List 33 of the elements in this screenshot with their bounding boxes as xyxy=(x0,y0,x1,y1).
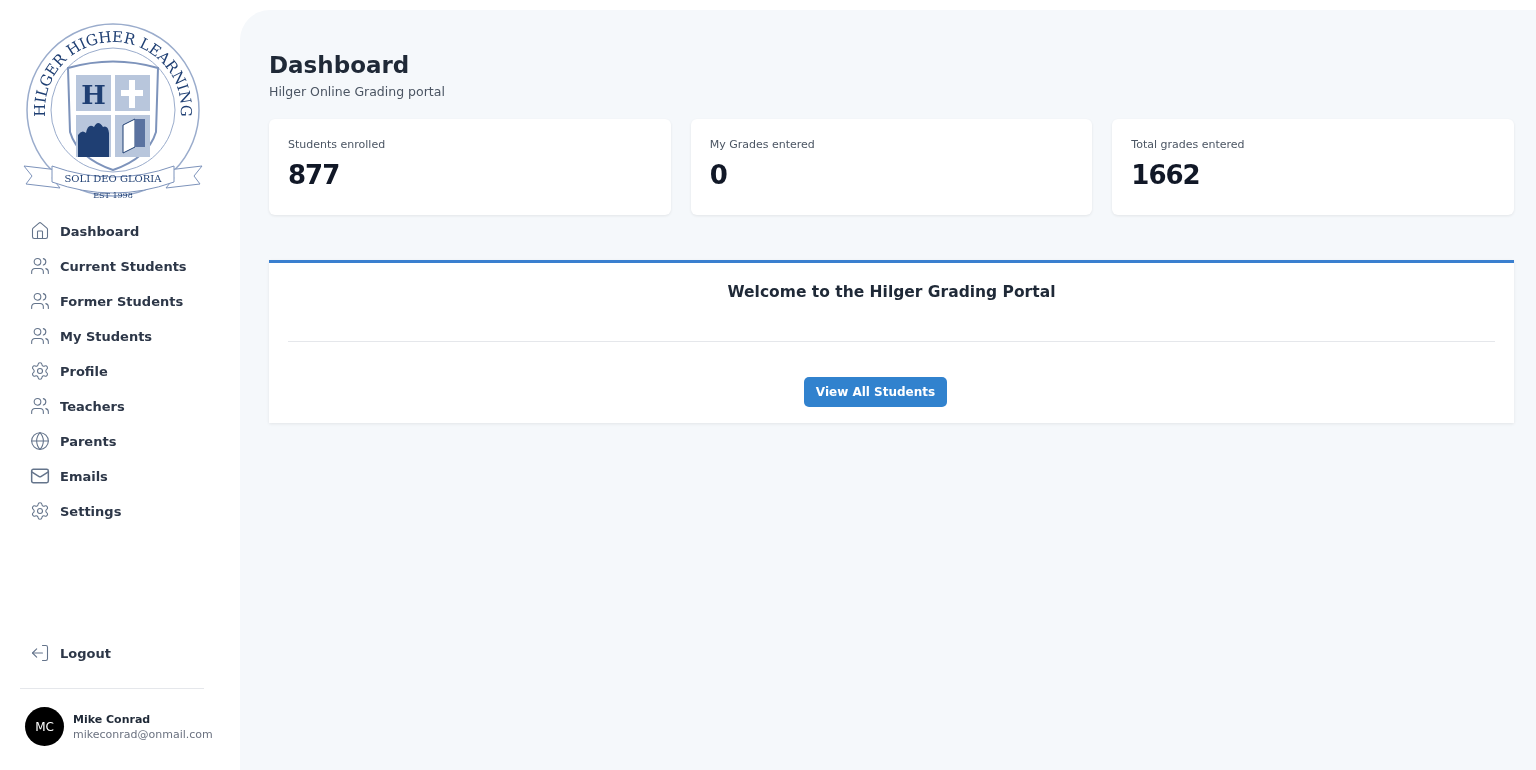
mail-icon xyxy=(30,466,50,486)
settings-icon xyxy=(30,361,50,381)
user-name: Mike Conrad xyxy=(73,712,152,726)
globe-icon xyxy=(30,431,50,451)
home-icon xyxy=(30,221,50,241)
stat-value: 1662 xyxy=(1131,160,1200,190)
sidebar-item[interactable]: Emails xyxy=(30,463,240,489)
stat-label: Total grades entered xyxy=(1131,138,1245,151)
stat-label: Students enrolled xyxy=(288,138,386,151)
stat-value: 0 xyxy=(709,160,727,190)
logout-icon xyxy=(30,643,50,663)
users-icon xyxy=(30,256,50,276)
stat-label: My Grades entered xyxy=(709,138,815,151)
sidebar-item[interactable]: Teachers xyxy=(30,393,240,419)
users-icon xyxy=(30,326,50,346)
users-icon xyxy=(30,396,50,416)
sidebar-item[interactable]: My Students xyxy=(30,323,240,349)
stat-value: 877 xyxy=(288,160,340,190)
page-title: Dashboard xyxy=(269,52,411,78)
view-all-students-button[interactable]: View All Students xyxy=(803,377,948,407)
settings-icon xyxy=(30,501,50,521)
user-avatar: MC xyxy=(25,707,64,746)
welcome-title: Welcome to the Hilger Grading Portal xyxy=(727,283,1056,301)
sidebar-item[interactable]: Parents xyxy=(30,428,240,454)
sidebar-item[interactable]: Dashboard xyxy=(30,218,240,244)
sidebar-item[interactable]: Settings xyxy=(30,498,240,524)
user-email: mikeconrad@onmail.com xyxy=(73,727,213,741)
logout-link[interactable]: Logout xyxy=(30,640,240,666)
sidebar-item[interactable]: Profile xyxy=(30,358,240,384)
sidebar-item[interactable]: Current Students xyxy=(30,253,240,279)
users-icon xyxy=(30,291,50,311)
sidebar-item[interactable]: Former Students xyxy=(30,288,240,314)
page-subtitle: Hilger Online Grading portal xyxy=(269,84,446,99)
